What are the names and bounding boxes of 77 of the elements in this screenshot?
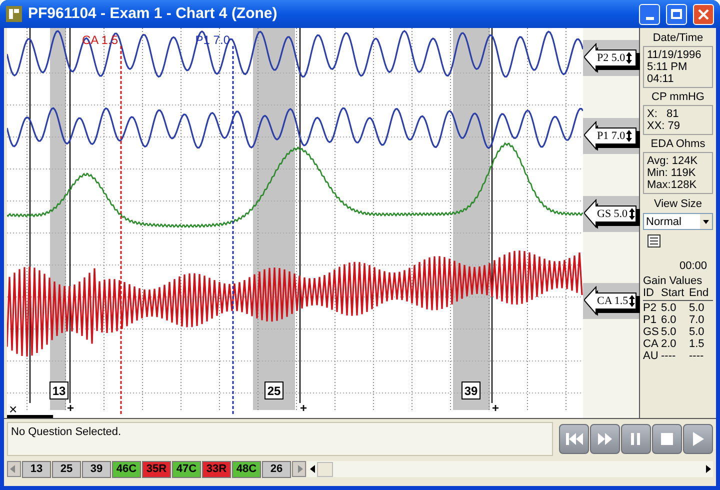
question-tab[interactable]: 25 [52, 460, 81, 478]
question-tab[interactable]: 47C [172, 460, 201, 478]
section-title: Date/Time [652, 31, 704, 46]
table-cell-text: 6.0 [661, 314, 678, 326]
close-button[interactable] [693, 4, 714, 24]
stop-icon [661, 433, 673, 445]
table-cell-text: 5.0 [661, 326, 678, 338]
view-size-select[interactable]: Normal [643, 213, 713, 230]
rewind-button[interactable] [559, 424, 589, 454]
table-cell-text: 7.0 [689, 314, 706, 326]
table-cell-text: GS [643, 326, 660, 338]
plus-mark: + [67, 401, 74, 415]
fast-forward-button[interactable] [590, 424, 620, 454]
notepad-icon[interactable] [647, 234, 661, 248]
table-cell-text: 2.0 [661, 338, 678, 350]
minimize-button[interactable] [639, 4, 660, 24]
window-title: PF961104 - Exam 1 - Chart 4 (Zone) [28, 4, 278, 24]
info-value: 11/19/1996 [647, 49, 702, 61]
info-value: Max:128K [647, 179, 698, 191]
column-header: Start [661, 287, 686, 299]
table-cell-text: 5.0 [661, 302, 678, 314]
table-cell-text: 1.5 [689, 338, 706, 350]
question-tab[interactable]: 33R [202, 460, 231, 478]
table-cell-text: ---- [689, 350, 705, 362]
question-tab[interactable]: 35R [142, 460, 171, 478]
column-header: End [689, 287, 710, 299]
info-value: Min: 119K [647, 167, 697, 179]
table-cell-text: P2 [643, 302, 658, 314]
stop-button[interactable] [652, 424, 682, 454]
close-icon [698, 8, 709, 20]
gain-values-title: Gain Values [643, 275, 704, 287]
question-tab[interactable]: 39 [82, 460, 111, 478]
question-tab[interactable]: 46C [112, 460, 141, 478]
info-value: 5:11 PM [647, 61, 688, 73]
question-tab[interactable]: 26 [262, 460, 291, 478]
arrow-right-icon [295, 465, 303, 473]
scroll-thumb[interactable] [317, 462, 333, 476]
section-title: EDA Ohms [650, 137, 706, 152]
table-cell-text: CA [643, 338, 660, 350]
spinner-icon[interactable] [626, 52, 632, 64]
question-number: 13 [50, 382, 68, 400]
maximize-icon [671, 9, 682, 19]
question-tab[interactable]: 13 [22, 460, 51, 478]
info-value: X: 81 [647, 108, 680, 120]
timer: 00:00 [678, 260, 708, 272]
table-cell-text: 5.0 [689, 302, 706, 314]
spinner-icon[interactable] [628, 208, 635, 220]
maximize-button[interactable] [666, 4, 687, 24]
spinner-icon[interactable] [629, 295, 636, 307]
arrow-left-icon [10, 465, 18, 473]
table-cell-text: P1 [643, 314, 658, 326]
plus-mark: + [492, 401, 500, 415]
question-tab[interactable]: 48C [232, 460, 261, 478]
table-cell-text: ---- [661, 350, 677, 362]
status-message: No Question Selected. [11, 426, 122, 438]
question-number: 39 [462, 382, 480, 400]
plus-mark: + [300, 401, 308, 415]
question-number: 25 [264, 382, 284, 400]
play-button[interactable] [683, 424, 713, 454]
info-value: XX: 79 [647, 120, 682, 132]
horizontal-scrollbar[interactable] [307, 461, 713, 477]
spinner-icon[interactable] [626, 130, 632, 142]
column-header: ID [643, 287, 655, 299]
minimize-icon [646, 16, 654, 20]
pause-icon [630, 432, 642, 446]
pause-button[interactable] [621, 424, 651, 454]
fast-forward-icon [597, 432, 613, 446]
x-mark: × [9, 401, 18, 417]
info-value: 04:11 [647, 73, 675, 85]
app-icon [6, 6, 22, 22]
table-cell-text: AU [643, 350, 660, 362]
play-icon [692, 431, 704, 447]
info-value: Avg: 124K [647, 155, 699, 167]
section-title: View Size [652, 197, 704, 212]
table-cell-text: 5.0 [689, 326, 706, 338]
section-title: CP mmHG [650, 90, 706, 105]
skip-back-icon [565, 432, 583, 446]
